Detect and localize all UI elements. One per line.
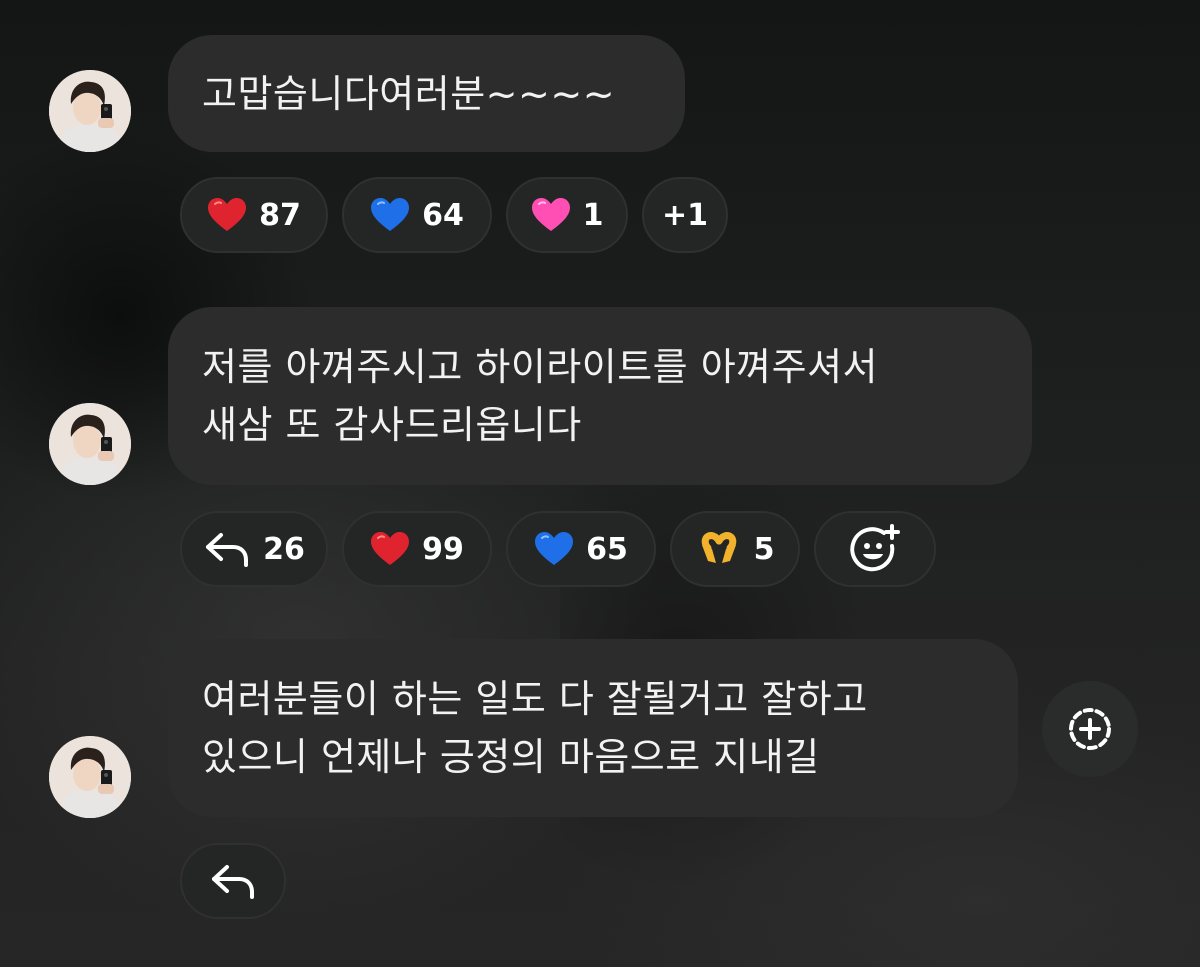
message-bubble[interactable]: 저를 아껴주시고 하이라이트를 아껴주셔서 새삼 또 감사드리옵니다 (168, 307, 1032, 485)
heart-hands-icon (696, 531, 742, 567)
blue-heart-icon (534, 531, 574, 567)
reaction-pink-heart[interactable]: 1 (506, 177, 628, 253)
reaction-count: 87 (259, 197, 301, 233)
reply-button[interactable] (180, 843, 286, 919)
add-emoji-icon (848, 524, 902, 574)
red-heart-icon (207, 197, 247, 233)
reaction-blue-heart[interactable]: 64 (342, 177, 492, 253)
more-reactions-button[interactable]: +1 (642, 177, 728, 253)
avatar-image (49, 403, 131, 485)
reaction-count: 5 (753, 531, 775, 567)
add-reaction-button[interactable] (1042, 681, 1138, 777)
reply-arrow-icon (209, 861, 257, 901)
avatar[interactable] (49, 403, 131, 485)
reaction-count: 1 (582, 197, 604, 233)
reaction-red-heart[interactable]: 99 (342, 511, 492, 587)
pink-heart-icon (531, 197, 571, 233)
reply-arrow-icon (203, 529, 251, 569)
avatar-image (49, 70, 131, 152)
message-text-line: 여러분들이 하는 일도 다 잘될거고 잘하고 (202, 677, 868, 721)
message-text-line: 있으니 언제나 긍정의 마음으로 지내길 (202, 735, 820, 779)
message-text-line: 새삼 또 감사드리옵니다 (202, 403, 582, 447)
add-reaction-button[interactable] (814, 511, 936, 587)
message-text-line: 고맙습니다여러분~~~~ (202, 72, 616, 116)
message-bubble[interactable]: 여러분들이 하는 일도 다 잘될거고 잘하고 있으니 언제나 긍정의 마음으로 … (168, 639, 1018, 817)
red-heart-icon (370, 531, 410, 567)
avatar[interactable] (49, 70, 131, 152)
more-reactions-count: +1 (661, 197, 708, 233)
add-reaction-icon (1069, 708, 1111, 750)
message-text-line: 저를 아껴주시고 하이라이트를 아껴주셔서 (202, 345, 879, 389)
reaction-count: 64 (422, 197, 464, 233)
message-bubble[interactable]: 고맙습니다여러분~~~~ (168, 35, 685, 152)
reaction-count: 65 (586, 531, 628, 567)
reply-button[interactable]: 26 (180, 511, 328, 587)
avatar-image (49, 736, 131, 818)
reaction-heart-hands[interactable]: 5 (670, 511, 800, 587)
avatar[interactable] (49, 736, 131, 818)
reaction-count: 99 (422, 531, 464, 567)
reaction-red-heart[interactable]: 87 (180, 177, 328, 253)
reply-count: 26 (263, 531, 305, 567)
blue-heart-icon (370, 197, 410, 233)
reaction-blue-heart[interactable]: 65 (506, 511, 656, 587)
